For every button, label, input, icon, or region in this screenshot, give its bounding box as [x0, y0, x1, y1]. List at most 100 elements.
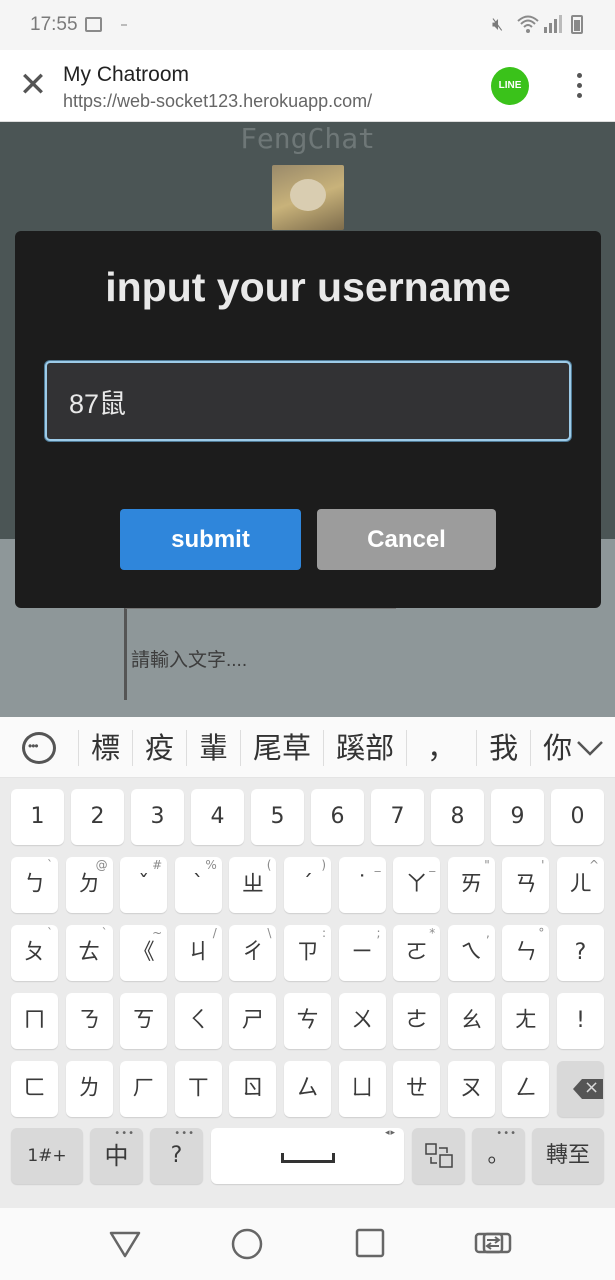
key-label: ㄥ [514, 1076, 537, 1101]
number-key[interactable]: 7 [371, 789, 424, 845]
key-secondary-label: # [152, 858, 163, 872]
zhuyin-key[interactable]: ㄝ [393, 1061, 441, 1117]
zhuyin-key[interactable]: ㄏ [120, 1061, 168, 1117]
zhuyin-key[interactable]: ? [557, 925, 604, 981]
back-icon[interactable] [108, 1226, 142, 1260]
line-share-icon[interactable]: LINE [491, 67, 529, 105]
key-secondary-label: _ [429, 858, 436, 872]
message-input[interactable]: 請輸入文字.... [124, 608, 396, 700]
zhuyin-key[interactable]: ㄥ [502, 1061, 550, 1117]
language-key[interactable]: ••• 中 [90, 1128, 143, 1184]
username-input[interactable] [45, 361, 571, 441]
number-key[interactable]: 3 [131, 789, 184, 845]
page-title: My Chatroom [63, 63, 190, 86]
candidate-word[interactable]: 標 [78, 729, 132, 766]
zhuyin-key[interactable]: ㄘ [284, 993, 331, 1049]
submit-button[interactable]: submit [120, 509, 301, 570]
zhuyin-key[interactable]: ' ㄢ [502, 857, 550, 913]
notification-dot-icon [121, 24, 127, 26]
key-label: ㄙ [296, 1076, 319, 1101]
zhuyin-key[interactable]: ㄡ [447, 1061, 495, 1117]
zhuyin-key[interactable]: ㄒ [174, 1061, 222, 1117]
gallery-notification-icon [85, 17, 102, 32]
space-key[interactable]: ◂▸ [211, 1128, 404, 1184]
home-icon[interactable] [229, 1226, 265, 1262]
number-key[interactable]: 9 [491, 789, 544, 845]
zhuyin-key[interactable]: ㄠ [447, 993, 495, 1049]
zhuyin-key[interactable]: ` ㄅ [11, 857, 58, 913]
zhuyin-key[interactable]: ㄕ [229, 993, 277, 1049]
candidate-word[interactable]: 我 [476, 729, 530, 766]
zhuyin-key[interactable]: _ ㄚ [393, 857, 441, 913]
number-key[interactable]: 6 [311, 789, 364, 845]
number-key[interactable]: 5 [251, 789, 304, 845]
number-key[interactable]: 0 [551, 789, 604, 845]
number-key[interactable]: 2 [71, 789, 124, 845]
zhuyin-key[interactable]: ㄎ [120, 993, 168, 1049]
zhuyin-key[interactable]: ㄤ [502, 993, 550, 1049]
question-key[interactable]: •••? [150, 1128, 203, 1184]
zhuyin-key[interactable]: ㄈ [11, 1061, 58, 1117]
keyboard-switch-key[interactable] [412, 1128, 465, 1184]
key-secondary-label: ^ [588, 858, 599, 872]
zhuyin-key[interactable]: @ ㄉ [65, 857, 113, 913]
zhuyin-key[interactable]: ㄩ [338, 1061, 386, 1117]
zhuyin-key[interactable]: (ㄓ [229, 857, 277, 913]
key-label: 5 [270, 804, 285, 829]
zhuyin-key[interactable]: ~ 《 [120, 925, 168, 981]
zhuyin-key[interactable]: ㄑ [174, 993, 222, 1049]
candidate-word[interactable]: 輩 [186, 729, 240, 766]
recents-icon[interactable] [353, 1226, 387, 1260]
cancel-button[interactable]: Cancel [317, 509, 496, 570]
ime-refresh-icon[interactable] [22, 732, 56, 764]
zhuyin-key[interactable]: ㄜ [393, 993, 441, 1049]
number-key[interactable]: 4 [191, 789, 244, 845]
zhuyin-key[interactable]: ! [557, 993, 604, 1049]
zhuyin-key[interactable]: ㄌ [65, 1061, 113, 1117]
candidate-word[interactable]: 蹊部 [323, 729, 406, 766]
zhuyin-key[interactable]: # ˇ [120, 857, 168, 913]
zhuyin-key[interactable]: * ㄛ [393, 925, 441, 981]
transfer-key[interactable]: 轉至 [532, 1128, 604, 1184]
candidate-word[interactable]: ， [406, 729, 476, 766]
period-key[interactable]: •••。 [472, 1128, 525, 1184]
symbols-key[interactable]: 1#+ [11, 1128, 83, 1184]
zhuyin-key[interactable]: ; ㄧ [338, 925, 386, 981]
number-key[interactable]: 8 [431, 789, 484, 845]
candidate-word[interactable]: 尾草 [240, 729, 323, 766]
zhuyin-key[interactable]: " ㄞ [447, 857, 495, 913]
number-key[interactable]: 1 [11, 789, 64, 845]
zhuyin-key[interactable]: ` ㄊ [65, 925, 113, 981]
zhuyin-key[interactable]: ` ㄆ [11, 925, 58, 981]
zhuyin-key[interactable]: ㄙ [284, 1061, 331, 1117]
key-label: 2 [90, 804, 105, 829]
key-secondary-label: ( [266, 858, 272, 872]
zhuyin-key[interactable]: ^ ㄦ [557, 857, 604, 913]
key-label: 7 [390, 804, 405, 829]
candidate-word[interactable]: 疫 [132, 729, 186, 766]
zhuyin-key[interactable]: % ˋ [174, 857, 222, 913]
zhuyin-key[interactable]: ㄨ [338, 993, 386, 1049]
key-secondary-label: \ [267, 926, 272, 940]
ime-candidate-bar: 標疫輩尾草蹊部，我你 [0, 717, 615, 778]
key-secondary-label: ; [376, 926, 381, 940]
zhuyin-key[interactable]: ㄇ [11, 993, 58, 1049]
chevron-down-icon[interactable] [575, 733, 605, 763]
zhuyin-key[interactable]: _ ˙ [338, 857, 386, 913]
switch-app-icon[interactable] [474, 1226, 512, 1260]
key-secondary-label: " [484, 858, 490, 872]
zhuyin-key[interactable]: ㄖ [229, 1061, 277, 1117]
avatar-image [272, 165, 344, 230]
zhuyin-key[interactable]: / ㄐ [174, 925, 222, 981]
more-options-icon[interactable] [572, 70, 586, 102]
key-label: ㄘ [296, 1008, 319, 1033]
zhuyin-key[interactable]: ) ˊ [284, 857, 331, 913]
zhuyin-key[interactable]: :ㄗ [284, 925, 331, 981]
zhuyin-key[interactable]: \ ㄔ [229, 925, 277, 981]
close-icon[interactable]: ✕ [18, 68, 48, 102]
wifi-icon [517, 15, 539, 33]
backspace-key[interactable] [557, 1061, 604, 1117]
zhuyin-key[interactable]: ㄋ [65, 993, 113, 1049]
zhuyin-key[interactable]: ° ㄣ [502, 925, 550, 981]
zhuyin-key[interactable]: ,ㄟ [447, 925, 495, 981]
